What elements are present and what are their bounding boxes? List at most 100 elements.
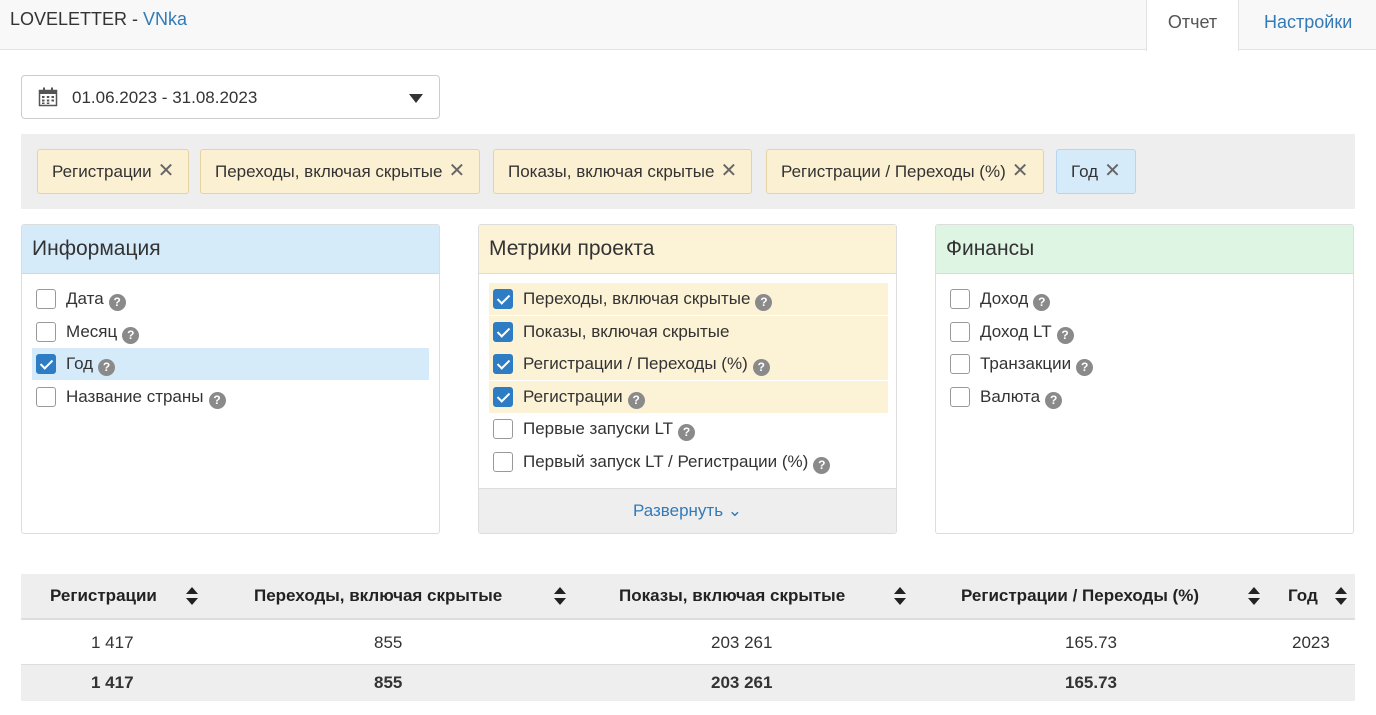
- option-clicks[interactable]: Переходы, включая скрытые?: [489, 283, 888, 315]
- column-header-impressions[interactable]: Показы, включая скрытые: [619, 574, 845, 620]
- total-registrations: 1 417: [91, 673, 134, 692]
- brand: LOVELETTER - VNka: [10, 9, 187, 30]
- checkbox[interactable]: [950, 354, 970, 374]
- help-icon[interactable]: ?: [1045, 391, 1063, 409]
- panel-title: Финансы: [936, 225, 1353, 274]
- help-icon[interactable]: ?: [752, 359, 770, 376]
- close-icon[interactable]: ✕: [720, 150, 737, 193]
- checkbox[interactable]: [950, 289, 970, 309]
- help-icon[interactable]: ?: [1033, 294, 1051, 311]
- total-clicks: 855: [374, 673, 403, 692]
- chip-year: Год ✕: [1056, 149, 1136, 194]
- option-revenue[interactable]: Доход?: [946, 283, 1343, 315]
- help-icon[interactable]: ?: [678, 424, 696, 441]
- chip-label: Регистрации / Переходы (%): [781, 162, 1006, 181]
- option-label: Переходы, включая скрытые: [523, 289, 751, 308]
- cell-clicks: 855: [374, 633, 403, 652]
- option-transactions[interactable]: Транзакции?: [946, 348, 1343, 380]
- option-country-name[interactable]: Название страны?: [32, 381, 429, 413]
- help-icon[interactable]: ?: [1056, 326, 1074, 344]
- option-date[interactable]: Дата?: [32, 283, 429, 315]
- expand-button[interactable]: Развернуть ⌄: [479, 488, 896, 533]
- panel-title: Информация: [22, 225, 439, 274]
- sort-icon[interactable]: [1248, 587, 1260, 607]
- table-header: Регистрации Переходы, включая скрытые По…: [21, 574, 1355, 620]
- option-month[interactable]: Месяц?: [32, 316, 429, 348]
- checkbox-checked[interactable]: [493, 354, 513, 374]
- tab-report[interactable]: Отчет: [1146, 0, 1239, 51]
- help-icon[interactable]: ?: [108, 294, 126, 311]
- help-icon[interactable]: ?: [122, 326, 140, 344]
- help-icon[interactable]: ?: [755, 294, 773, 311]
- selected-fields-bar: Регистрации ✕ Переходы, включая скрытые ✕ …: [21, 134, 1355, 209]
- top-navbar: LOVELETTER - VNka Отчет Настройки: [0, 0, 1376, 51]
- option-year[interactable]: Год?: [32, 348, 429, 380]
- sort-icon[interactable]: [186, 587, 198, 607]
- results-table: Регистрации Переходы, включая скрытые По…: [21, 574, 1355, 701]
- help-icon[interactable]: ?: [627, 391, 645, 409]
- checkbox[interactable]: [950, 386, 970, 407]
- table-row: 1 417 855 203 261 165.73 2023: [21, 620, 1355, 665]
- close-icon[interactable]: ✕: [448, 150, 465, 193]
- option-first-launches-lt[interactable]: Первые запуски LT?: [489, 413, 888, 445]
- checkbox-checked[interactable]: [36, 354, 56, 374]
- option-label: Валюта: [980, 386, 1041, 406]
- sort-icon[interactable]: [554, 587, 566, 607]
- option-label: Регистрации: [523, 386, 623, 406]
- tab-settings[interactable]: Настройки: [1246, 0, 1370, 50]
- option-first-launch-per-reg[interactable]: Первый запуск LT / Регистрации (%)?: [489, 446, 888, 478]
- metrics-list: Переходы, включая скрытые? Показы, включ…: [489, 283, 888, 489]
- project-link[interactable]: VNka: [143, 9, 187, 29]
- help-icon[interactable]: ?: [208, 391, 226, 409]
- column-header-reg-per-clicks[interactable]: Регистрации / Переходы (%): [961, 574, 1199, 620]
- column-header-year[interactable]: Год: [1288, 574, 1318, 620]
- chip-reg-per-clicks: Регистрации / Переходы (%) ✕: [766, 149, 1044, 194]
- option-reg-per-clicks[interactable]: Регистрации / Переходы (%)?: [489, 348, 888, 380]
- close-icon[interactable]: ✕: [1104, 150, 1121, 193]
- brand-name: LOVELETTER: [10, 9, 128, 29]
- checkbox[interactable]: [36, 321, 56, 342]
- option-currency[interactable]: Валюта?: [946, 381, 1343, 413]
- brand-separator: -: [127, 9, 144, 29]
- calendar-icon: [38, 87, 58, 112]
- help-icon[interactable]: ?: [813, 456, 831, 474]
- option-label: Доход LT: [980, 321, 1052, 341]
- total-reg-per-clicks: 165.73: [1065, 673, 1117, 692]
- option-impressions[interactable]: Показы, включая скрытые: [489, 315, 888, 348]
- caret-down-icon: [409, 94, 423, 103]
- panel-title: Метрики проекта: [479, 225, 896, 274]
- option-registrations[interactable]: Регистрации?: [489, 380, 888, 413]
- option-label: Месяц: [66, 321, 118, 341]
- checkbox-checked[interactable]: [493, 386, 513, 407]
- help-icon[interactable]: ?: [1076, 359, 1094, 376]
- column-header-registrations[interactable]: Регистрации: [50, 574, 157, 620]
- option-label: Год: [66, 354, 94, 373]
- chip-label: Регистрации: [52, 162, 152, 181]
- option-label: Первые запуски LT: [523, 419, 674, 438]
- checkbox[interactable]: [36, 289, 56, 309]
- date-range-picker[interactable]: 01.06.2023 - 31.08.2023: [21, 75, 440, 119]
- cell-reg-per-clicks: 165.73: [1065, 633, 1117, 652]
- sort-icon[interactable]: [1335, 587, 1347, 607]
- panel-finance: Финансы Доход? Доход LT? Транзакции? Вал…: [935, 224, 1354, 534]
- cell-registrations: 1 417: [91, 633, 134, 652]
- sort-icon[interactable]: [894, 587, 906, 607]
- chip-clicks: Переходы, включая скрытые ✕: [200, 149, 481, 194]
- close-icon[interactable]: ✕: [158, 150, 175, 193]
- help-icon[interactable]: ?: [98, 359, 116, 376]
- checkbox[interactable]: [950, 321, 970, 342]
- cell-year: 2023: [1292, 633, 1330, 652]
- checkbox-checked[interactable]: [493, 289, 513, 309]
- chip-registrations: Регистрации ✕: [37, 149, 190, 194]
- chip-label: Переходы, включая скрытые: [215, 162, 443, 181]
- option-revenue-lt[interactable]: Доход LT?: [946, 316, 1343, 348]
- panel-info: Информация Дата? Месяц? Год? Название ст…: [21, 224, 440, 534]
- column-header-clicks[interactable]: Переходы, включая скрытые: [254, 574, 502, 620]
- option-label: Первый запуск LT / Регистрации (%): [523, 451, 809, 471]
- checkbox[interactable]: [493, 451, 513, 472]
- checkbox-checked[interactable]: [493, 321, 513, 342]
- chip-impressions: Показы, включая скрытые ✕: [493, 149, 753, 194]
- close-icon[interactable]: ✕: [1012, 150, 1029, 193]
- checkbox[interactable]: [36, 386, 56, 407]
- checkbox[interactable]: [493, 419, 513, 439]
